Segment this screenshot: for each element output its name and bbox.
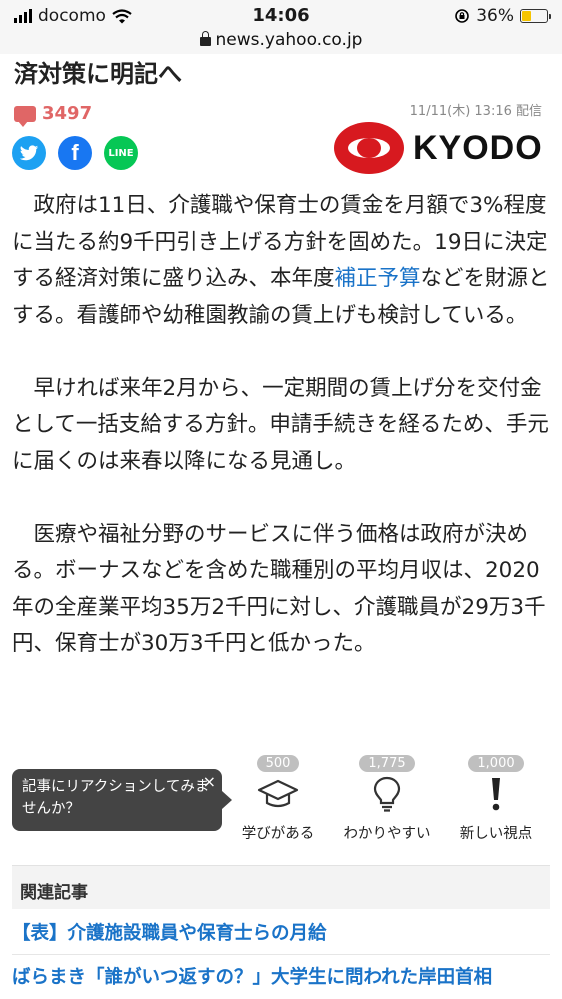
line-icon: LINE [108, 147, 134, 159]
hosei-yosan-link[interactable]: 補正予算 [335, 266, 421, 291]
battery-percent: 36% [476, 6, 514, 26]
reaction-count: 1,000 [468, 755, 524, 772]
publisher-name: KYODO [413, 128, 543, 167]
battery-icon [520, 9, 551, 23]
publish-date: 11/11(木) 13:16 配信 [409, 104, 542, 119]
facebook-share-button[interactable]: f [58, 136, 92, 170]
paragraph-1: 政府は11日、介護職や保育士の賃金を月額で3%程度に当たる約9千円引き上げる方針… [12, 193, 550, 328]
reaction-wakari-button[interactable]: 1,775 わかりやすい [337, 752, 437, 843]
related-articles-header: 関連記事 [12, 865, 550, 909]
related-article-link[interactable]: ばらまき「誰がいつ返すの？」大学生に問われた岸田首相 [12, 959, 550, 999]
exclamation-icon [492, 778, 500, 811]
close-icon[interactable]: × [203, 771, 216, 793]
orientation-lock-icon [455, 9, 470, 23]
article-body: 政府は11日、介護職や保育士の賃金を月額で3%程度に当たる約9千円引き上げる方針… [12, 188, 552, 699]
lightbulb-icon [373, 776, 401, 812]
reaction-label: 学びがある [241, 826, 315, 842]
twitter-share-button[interactable] [12, 136, 46, 170]
graduation-cap-icon [257, 779, 299, 808]
publisher-logo[interactable]: KYODO [333, 121, 543, 175]
reaction-prompt-text: 記事にリアクションしてみませんか？ [22, 779, 210, 817]
comment-icon [14, 105, 36, 127]
reaction-label: わかりやすい [343, 826, 431, 842]
paragraph-3: 医療や福祉分野のサービスに伴う価格は政府が決める。ボーナスなどを含めた職種別の平… [12, 521, 546, 657]
comment-count: 3497 [42, 103, 93, 124]
kyodo-mark-icon [334, 122, 404, 174]
reaction-prompt: 記事にリアクションしてみませんか？ × [12, 769, 232, 831]
reaction-count: 1,775 [359, 755, 415, 772]
line-share-button[interactable]: LINE [104, 136, 138, 170]
twitter-icon [19, 144, 39, 160]
url-text: news.yahoo.co.jp [215, 30, 363, 50]
reaction-label: 新しい視点 [459, 826, 533, 842]
reaction-manabi-button[interactable]: 500 学びがある [228, 752, 328, 843]
related-article-link[interactable]: 【表】介護施設職員や保育士らの月給 [12, 913, 550, 955]
article-title: 済対策に明記へ [14, 60, 182, 88]
battery-area: 36% [454, 6, 551, 26]
share-buttons: f LINE [12, 136, 138, 170]
reaction-shiten-button[interactable]: 1,000 新しい視点 [446, 752, 546, 843]
facebook-icon: f [71, 140, 79, 165]
comment-link[interactable]: 3497 [14, 103, 93, 127]
paragraph-2: 早ければ来年2月から、一定期間の賃上げ分を交付金として一括支給する方針。申請手続… [12, 375, 549, 474]
reaction-count: 500 [256, 755, 300, 772]
address-bar[interactable]: news.yahoo.co.jp [0, 30, 562, 50]
status-bar: docomo 14:06 36% news.yahoo.co.jp [0, 0, 562, 54]
lock-icon [199, 31, 211, 46]
